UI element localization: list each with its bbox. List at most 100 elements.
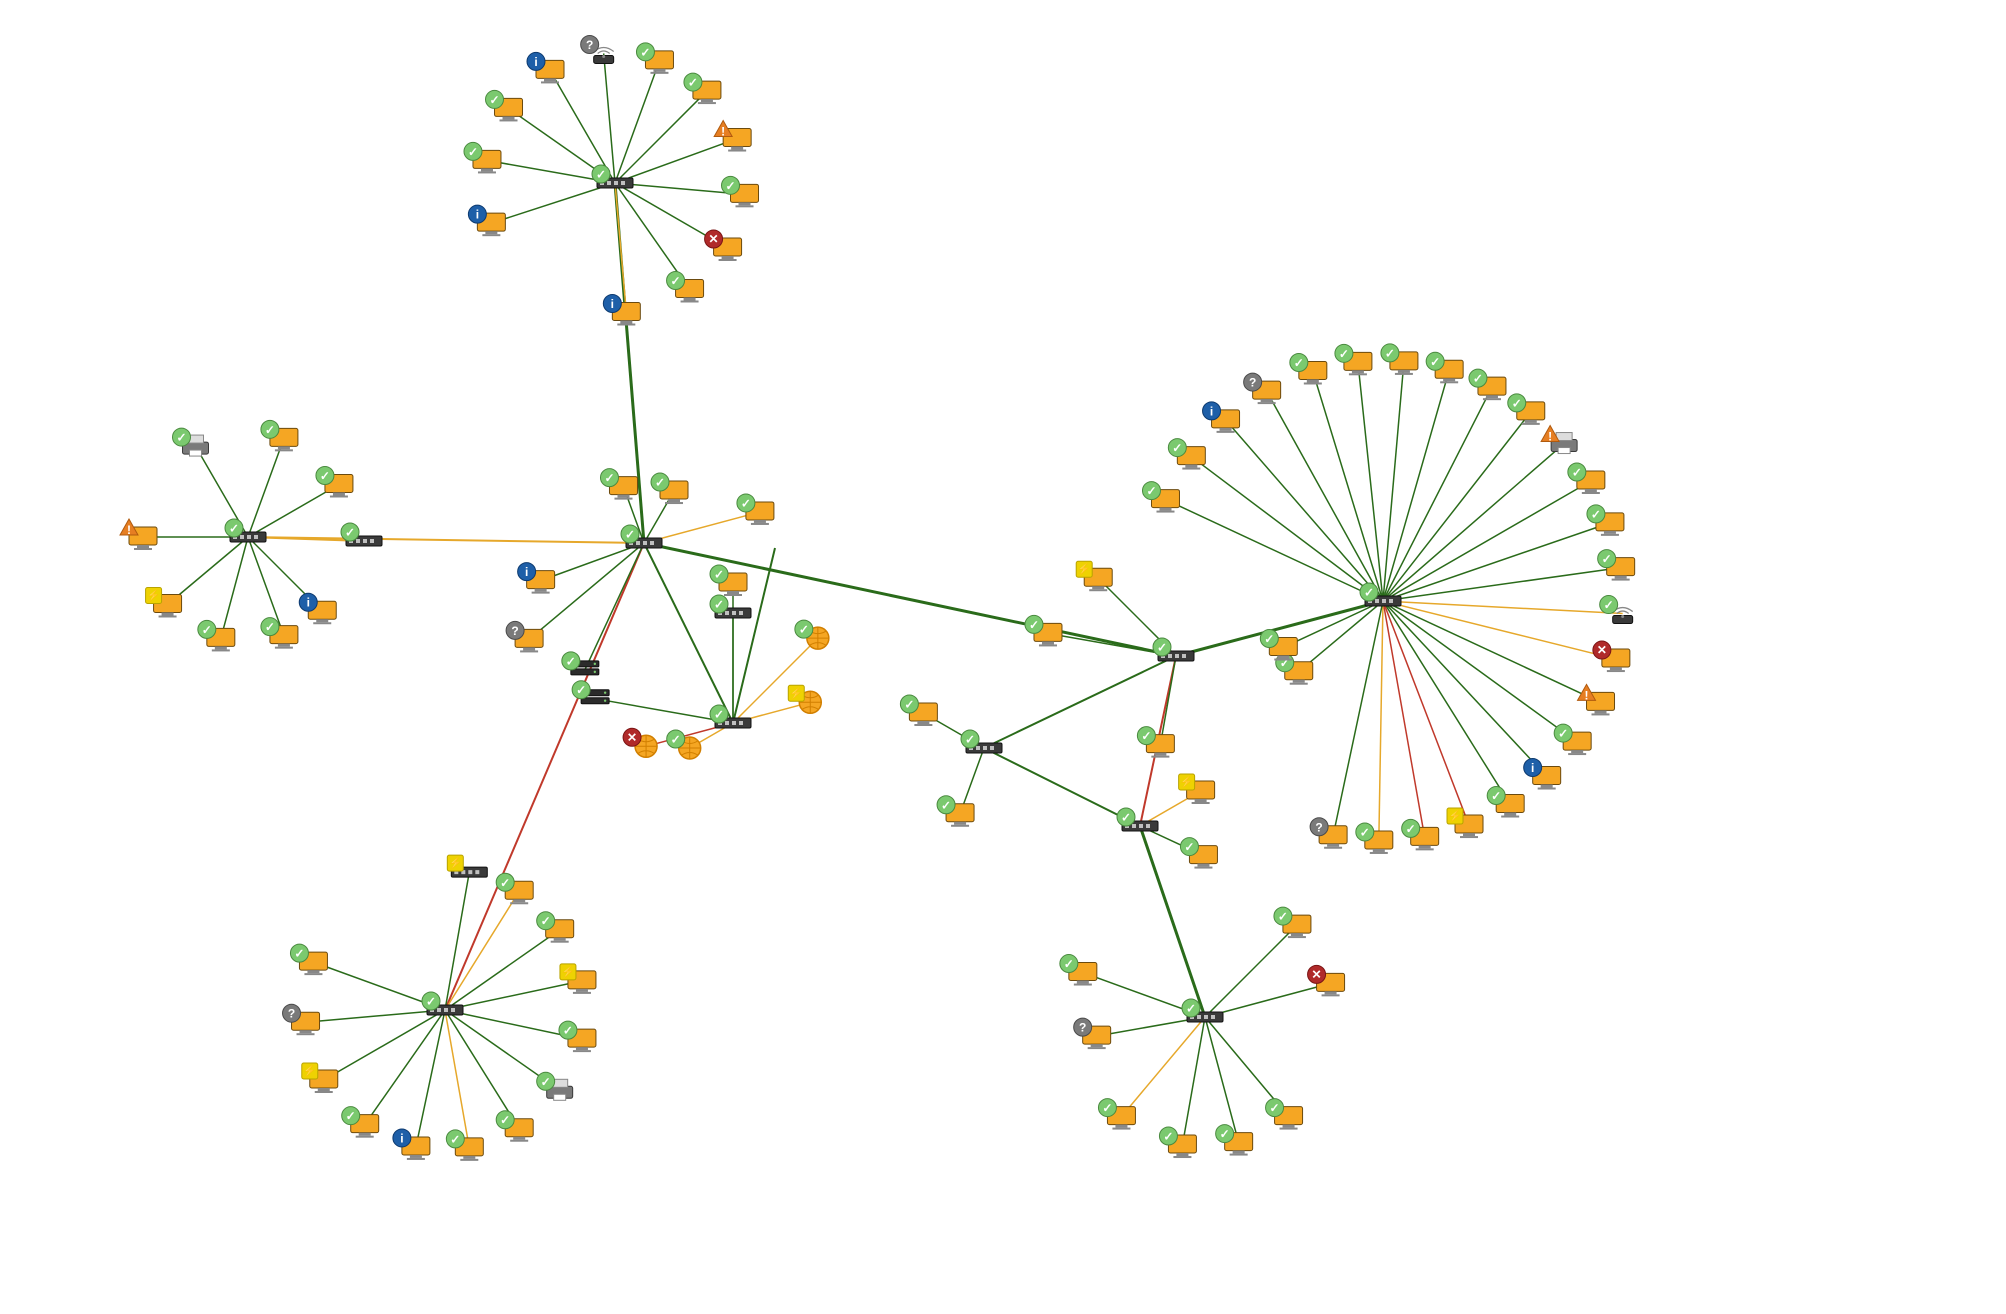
network-link[interactable]	[221, 537, 248, 638]
intermediate-switch[interactable]	[341, 523, 382, 546]
network-link[interactable]	[1383, 444, 1564, 601]
host-node[interactable]	[1426, 352, 1463, 383]
host-node[interactable]	[393, 1129, 430, 1160]
network-link[interactable]	[615, 61, 659, 183]
network-link[interactable]	[324, 1010, 445, 1080]
host-node[interactable]	[636, 43, 673, 74]
host-node[interactable]	[1180, 838, 1217, 869]
switch-node[interactable]	[447, 855, 487, 877]
host-node[interactable]	[1598, 550, 1635, 581]
host-node[interactable]	[1137, 727, 1174, 758]
network-link[interactable]	[1383, 601, 1510, 805]
network-link[interactable]	[1165, 500, 1383, 601]
host-node[interactable]	[146, 587, 182, 617]
host-node[interactable]	[684, 73, 721, 104]
host-node[interactable]	[600, 469, 637, 500]
host-node[interactable]	[316, 467, 353, 498]
host-node[interactable]	[1216, 1125, 1253, 1156]
network-link[interactable]	[615, 139, 737, 183]
host-node[interactable]	[1508, 394, 1545, 425]
network-link[interactable]	[1267, 391, 1383, 601]
host-node[interactable]	[1587, 505, 1624, 536]
host-node[interactable]	[1290, 353, 1327, 384]
network-link[interactable]	[615, 91, 707, 183]
network-link[interactable]	[1205, 925, 1297, 1017]
host-node[interactable]	[1308, 965, 1345, 996]
globe-node[interactable]	[623, 728, 657, 757]
host-node[interactable]	[537, 912, 574, 943]
host-node[interactable]	[722, 176, 759, 207]
host-node[interactable]	[198, 620, 235, 651]
network-link[interactable]	[1383, 601, 1577, 742]
network-link[interactable]	[1191, 457, 1383, 601]
host-node[interactable]	[937, 796, 974, 827]
host-node[interactable]	[446, 1130, 483, 1161]
host-node[interactable]	[468, 205, 505, 236]
network-link[interactable]	[604, 53, 615, 183]
host-node[interactable]	[1381, 344, 1418, 375]
host-node[interactable]	[496, 873, 533, 904]
host-node[interactable]	[1568, 463, 1605, 494]
host-node[interactable]	[261, 420, 298, 451]
host-node[interactable]	[486, 90, 523, 121]
host-node[interactable]	[714, 121, 751, 152]
host-node[interactable]	[1025, 615, 1062, 646]
globe-node[interactable]	[795, 620, 829, 649]
host-node[interactable]	[1274, 907, 1311, 938]
host-node[interactable]	[1266, 1099, 1303, 1130]
host-node[interactable]	[1402, 819, 1439, 850]
host-node[interactable]	[1098, 1099, 1135, 1130]
host-node[interactable]	[1179, 774, 1215, 804]
host-node[interactable]	[299, 593, 336, 624]
host-node[interactable]	[527, 52, 564, 83]
server-node[interactable]	[562, 652, 599, 675]
host-node[interactable]	[1487, 787, 1524, 818]
host-node[interactable]	[518, 563, 555, 594]
network-link[interactable]	[984, 748, 1140, 826]
printer-node[interactable]	[173, 428, 209, 456]
network-link[interactable]	[1383, 412, 1531, 601]
host-node[interactable]	[1335, 344, 1372, 375]
host-node[interactable]	[506, 621, 543, 652]
network-link[interactable]	[1313, 371, 1383, 601]
network-topology-map[interactable]: ✓ ✕ i ⚡ ! ?	[0, 0, 2006, 1314]
host-node[interactable]	[1524, 759, 1561, 790]
host-node[interactable]	[496, 1111, 533, 1142]
host-node[interactable]	[1356, 823, 1393, 854]
host-node[interactable]	[1260, 629, 1297, 660]
network-link[interactable]	[615, 183, 626, 313]
wifi-node[interactable]	[581, 35, 614, 63]
switch-node[interactable]	[710, 595, 751, 618]
network-link[interactable]	[1383, 601, 1616, 659]
host-node[interactable]	[1159, 1127, 1196, 1158]
host-node[interactable]	[705, 230, 742, 261]
host-node[interactable]	[603, 295, 640, 326]
host-node[interactable]	[710, 565, 747, 596]
host-node[interactable]	[302, 1063, 338, 1093]
host-node[interactable]	[464, 142, 501, 173]
host-node[interactable]	[651, 473, 688, 504]
host-node[interactable]	[283, 1004, 320, 1035]
host-node[interactable]	[290, 944, 327, 975]
host-node[interactable]	[120, 519, 157, 550]
network-link[interactable]	[1226, 420, 1383, 601]
network-link[interactable]	[1379, 601, 1383, 841]
host-node[interactable]	[1142, 482, 1179, 513]
network-link[interactable]	[1205, 1017, 1239, 1143]
host-node[interactable]	[1074, 1018, 1111, 1049]
host-node[interactable]	[1060, 955, 1097, 986]
network-link[interactable]	[1383, 601, 1623, 614]
globe-node[interactable]	[667, 730, 701, 759]
host-node[interactable]	[559, 1021, 596, 1052]
network-link[interactable]	[1358, 362, 1383, 601]
wifi-node[interactable]	[1600, 596, 1633, 624]
mid-sw[interactable]	[1153, 638, 1194, 661]
host-node[interactable]	[900, 695, 937, 726]
network-link[interactable]	[1383, 568, 1621, 601]
network-link[interactable]	[1205, 983, 1331, 1017]
network-link[interactable]	[1160, 656, 1176, 745]
host-node[interactable]	[560, 964, 596, 994]
host-node[interactable]	[1076, 561, 1112, 591]
hub-nw[interactable]	[592, 165, 633, 188]
host-node[interactable]	[1203, 402, 1240, 433]
